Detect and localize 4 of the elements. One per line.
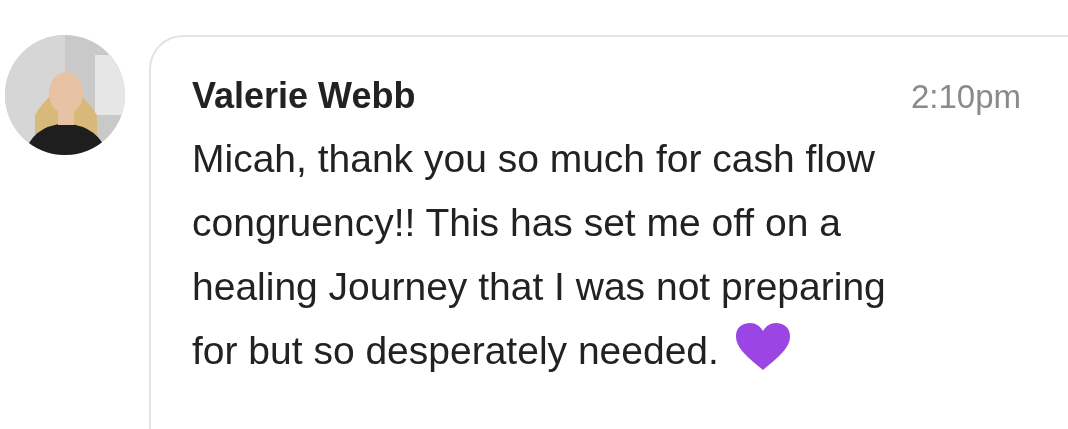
author-name: Valerie Webb (192, 75, 416, 117)
heart-icon (734, 322, 791, 372)
comment-time: 2:10pm (910, 78, 1021, 116)
message-text: Micah, thank you so much for cash flow congruency!! This has set me off on a healing Journey that I was not preparing for but so desperately needed. (192, 136, 887, 374)
